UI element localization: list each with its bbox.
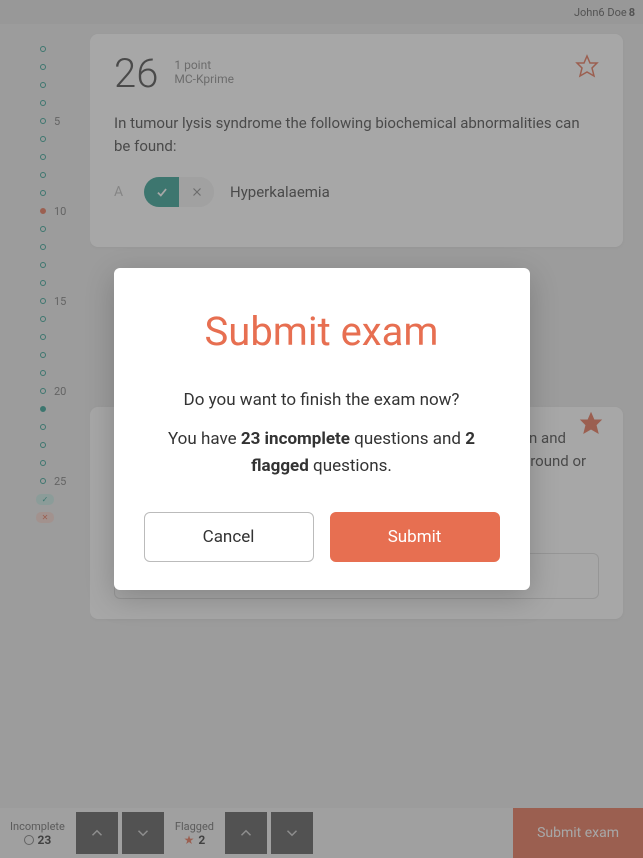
modal-message-2: You have 23 incomplete questions and 2 f… [142, 426, 502, 480]
modal-message-1: Do you want to finish the exam now? [142, 387, 502, 414]
cancel-button[interactable]: Cancel [144, 512, 314, 562]
modal-title: Submit exam [142, 308, 502, 355]
modal-overlay: Submit exam Do you want to finish the ex… [0, 0, 643, 858]
submit-exam-modal: Submit exam Do you want to finish the ex… [114, 268, 530, 591]
submit-button[interactable]: Submit [330, 512, 500, 562]
